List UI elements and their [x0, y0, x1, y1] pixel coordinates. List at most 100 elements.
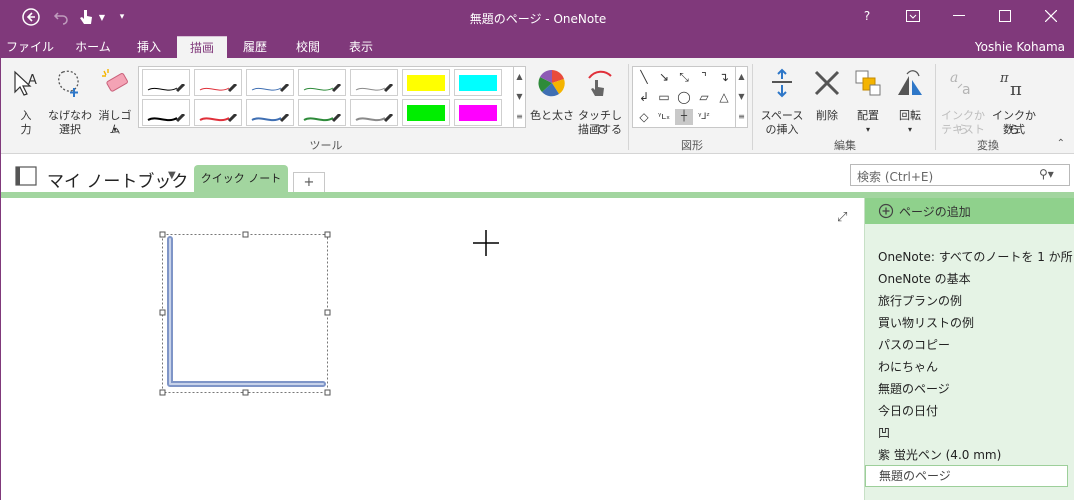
ribbon: A 入 力 なげなわ 選択 消しゴム ▾ ▲ ▼ ≡ 色と太さ タッチして 描画… [1, 58, 1074, 154]
add-page-button[interactable]: ページの追加 [865, 198, 1074, 224]
pen-swatch [251, 79, 290, 93]
page-item[interactable]: パスのコピー [878, 336, 950, 353]
highlighter-green[interactable] [402, 99, 450, 126]
search-icon[interactable]: ⚲▾ [1039, 167, 1054, 181]
return-arrow-shape-icon[interactable]: ↲ [635, 89, 653, 105]
color-thickness-button[interactable]: 色と太さ [529, 66, 575, 136]
page-item-selected[interactable]: 無題のページ [865, 465, 1068, 487]
gallery-more-icon[interactable]: ≡ [736, 107, 747, 127]
diamond-shape-icon[interactable]: ◇ [635, 109, 653, 125]
ink-to-text-button[interactable]: a a インクから テキスト [938, 66, 988, 136]
graph-3-shape-icon[interactable]: ᵞ⅃ᶻ [695, 109, 713, 125]
pen-swatch [355, 79, 394, 93]
eraser-button[interactable]: 消しゴム ▾ [94, 66, 136, 136]
tab-history[interactable]: 履歴 [231, 36, 279, 58]
insert-space-icon [772, 68, 792, 98]
rotate-button[interactable]: 回転 ▾ [890, 66, 930, 136]
pen-swatch [251, 109, 290, 123]
minimize-button[interactable] [936, 0, 982, 32]
tab-view[interactable]: 表示 [337, 36, 385, 58]
group-label-tools: ツール [309, 139, 343, 152]
arrange-button[interactable]: 配置 ▾ [848, 66, 888, 136]
scroll-up-icon[interactable]: ▲ [736, 67, 747, 87]
tab-draw[interactable]: 描画 [177, 36, 227, 58]
pen-red-thin[interactable] [194, 69, 242, 96]
maximize-button[interactable] [982, 0, 1028, 32]
crosshair-cursor-icon [473, 230, 499, 256]
page-item[interactable]: 買い物リストの例 [878, 314, 974, 331]
gallery-more-icon[interactable]: ≡ [514, 107, 525, 127]
rectangle-shape-icon[interactable]: ▭ [655, 89, 673, 105]
svg-text:a: a [950, 70, 958, 86]
tab-file[interactable]: ファイル [3, 36, 57, 58]
highlighter-magenta[interactable] [454, 99, 502, 126]
scroll-up-icon[interactable]: ▲ [514, 67, 525, 87]
ribbon-separator [752, 64, 753, 150]
add-circle-icon [878, 203, 894, 219]
page-item[interactable]: 旅行プランの例 [878, 292, 962, 309]
arrow-shape-icon[interactable]: ↘ [655, 69, 673, 85]
shapes-gallery-scroll[interactable]: ▲ ▼ ≡ [735, 66, 748, 128]
pen-gray-thin[interactable] [350, 69, 398, 96]
tab-review[interactable]: 校閲 [284, 36, 332, 58]
rotate-dropdown-icon[interactable]: ▾ [890, 123, 930, 137]
tab-home[interactable]: ホーム [65, 36, 121, 58]
pen-gallery-scroll[interactable]: ▲ ▼ ≡ [513, 66, 526, 128]
triangle-shape-icon[interactable]: △ [715, 89, 733, 105]
user-name[interactable]: Yoshie Kohama [975, 40, 1065, 54]
ellipse-shape-icon[interactable]: ◯ [675, 89, 693, 105]
page-item[interactable]: OneNote の基本 [878, 270, 971, 287]
pen-blue-thin[interactable] [246, 69, 294, 96]
page-item[interactable]: 凹 [878, 424, 890, 441]
scroll-down-icon[interactable]: ▼ [514, 87, 525, 107]
arrange-dropdown-icon[interactable]: ▾ [848, 123, 888, 137]
expand-page-icon[interactable]: ⤢ [837, 210, 847, 225]
page-item[interactable]: 今日の日付 [878, 402, 938, 419]
corner-shape-icon[interactable]: ⌝ [695, 69, 713, 85]
input-label-1: 入 [20, 109, 32, 122]
pen-green-thin[interactable] [298, 69, 346, 96]
parallelogram-shape-icon[interactable]: ▱ [695, 89, 713, 105]
color-wheel-icon [538, 69, 565, 97]
ink-drawing-selection[interactable] [156, 228, 336, 398]
highlighter-yellow[interactable] [402, 69, 450, 96]
graph-2-shape-icon[interactable]: ┼ [675, 109, 693, 125]
page-item[interactable]: わにちゃん [878, 358, 938, 375]
ribbon-display-options-button[interactable] [890, 0, 936, 32]
notebook-dropdown-icon[interactable]: ▼ [168, 170, 176, 181]
collapse-ribbon-icon[interactable]: ⌃ [1057, 138, 1065, 149]
tab-insert[interactable]: 挿入 [125, 36, 173, 58]
delete-button[interactable]: 削除 [807, 66, 847, 136]
pen-black-thick[interactable] [142, 99, 190, 126]
highlighter-cyan[interactable] [454, 69, 502, 96]
corner-arrow-shape-icon[interactable]: ↴ [715, 69, 733, 85]
insert-space-button[interactable]: スペース の挿入 [757, 66, 807, 136]
page-item[interactable]: OneNote: すべてのノートを 1 か所 [878, 248, 1073, 265]
lasso-select-button[interactable]: なげなわ 選択 [48, 66, 92, 136]
page-canvas[interactable]: ⤢ [1, 198, 864, 500]
pen-red-thick[interactable] [194, 99, 242, 126]
input-button[interactable]: A 入 力 [9, 66, 43, 136]
section-tab-quick-notes[interactable]: クイック ノート [194, 165, 288, 193]
touch-draw-button[interactable]: タッチして 描画する [575, 66, 625, 136]
close-button[interactable] [1028, 0, 1074, 32]
page-item[interactable]: 紫 蛍光ペン (4.0 mm) [878, 446, 1001, 463]
eraser-dropdown-icon[interactable]: ▾ [94, 123, 136, 137]
svg-text:π: π [1010, 79, 1022, 98]
ink-to-math-button[interactable]: π π インクから 数式 [989, 66, 1039, 136]
search-input[interactable]: 検索 (Ctrl+E) [850, 164, 1070, 186]
scroll-down-icon[interactable]: ▼ [736, 87, 747, 107]
line-shape-icon[interactable]: ╲ [635, 69, 653, 85]
pen-blue-thick[interactable] [246, 99, 294, 126]
page-item[interactable]: 無題のページ [878, 380, 950, 397]
pen-black-thin[interactable] [142, 69, 190, 96]
pen-swatch [355, 109, 394, 123]
pen-green-thick[interactable] [298, 99, 346, 126]
add-section-button[interactable]: + [293, 172, 325, 192]
double-arrow-shape-icon[interactable]: ⤡ [675, 69, 693, 85]
onenote-window: ▼ ▾ 無題のページ - OneNote ? ファイル ホーム 挿入 描画 履歴… [0, 0, 1074, 500]
help-button[interactable]: ? [844, 0, 890, 32]
graph-1-shape-icon[interactable]: ᵞʟₓ [655, 109, 673, 125]
highlighter-swatch [407, 75, 445, 91]
pen-gray-thick[interactable] [350, 99, 398, 126]
